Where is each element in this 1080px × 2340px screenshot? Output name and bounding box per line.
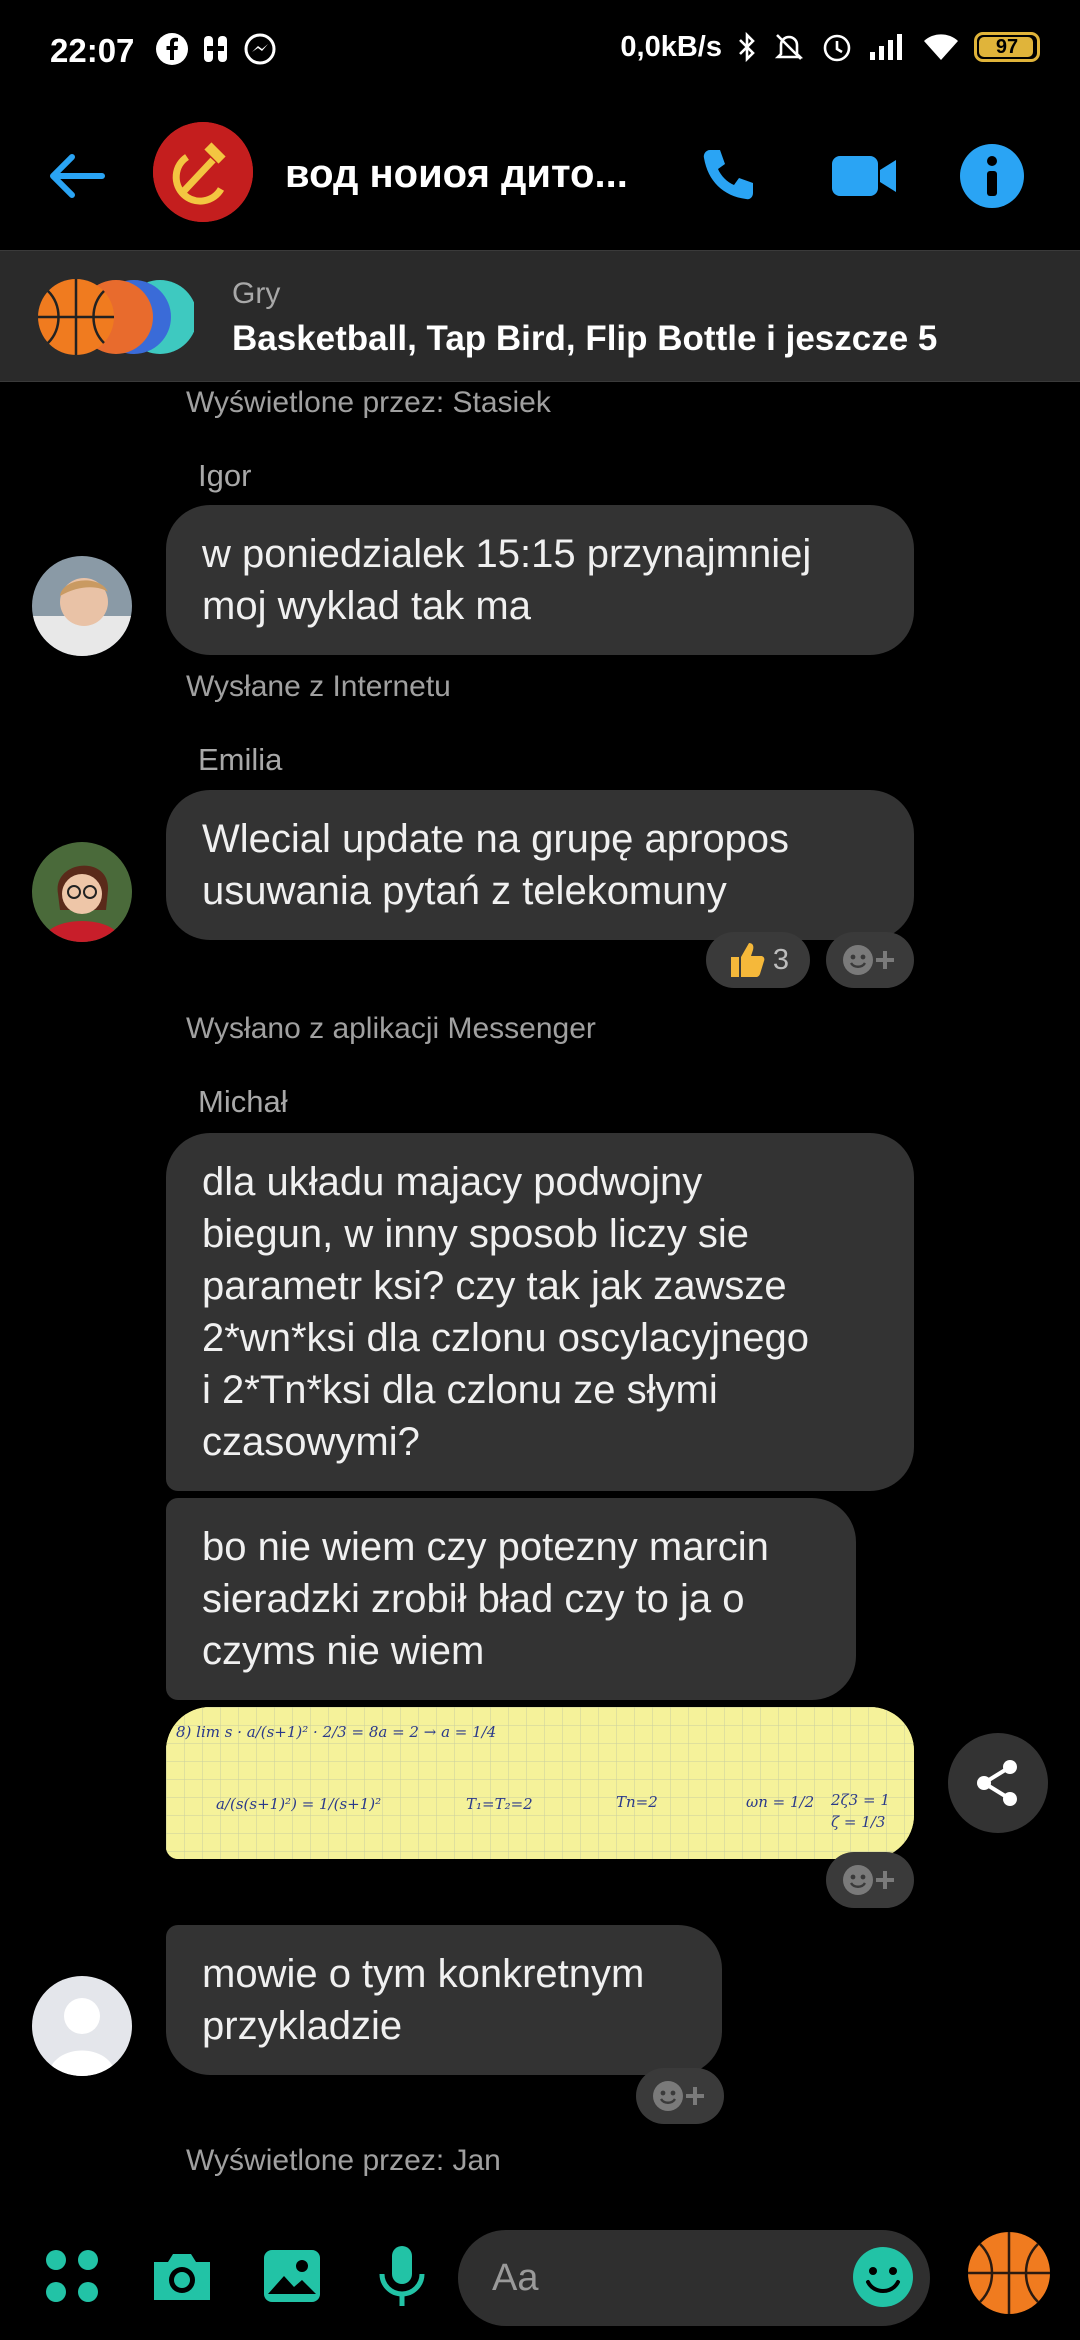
games-icons xyxy=(38,279,194,355)
share-icon xyxy=(977,1760,1017,1806)
emoji-icon[interactable] xyxy=(850,2244,916,2310)
share-button[interactable] xyxy=(948,1733,1048,1833)
add-emoji-icon xyxy=(843,1865,894,1895)
image-attachment[interactable]: 8) lim s · a/(s+1)² · 2/3 = 8a = 2 → a =… xyxy=(166,1707,914,1859)
message-text: w poniedzialek 15:15 przynajmniej xyxy=(202,532,812,576)
message-text: Wlecial update na grupę apropos xyxy=(202,817,790,861)
note-line-2: a/(s(s+1)²) = 1/(s+1)² xyxy=(216,1795,381,1813)
video-call-icon[interactable] xyxy=(828,140,900,212)
microphone-icon[interactable] xyxy=(366,2240,438,2312)
mute-icon xyxy=(774,34,804,60)
reaction-badge[interactable]: 3 xyxy=(706,932,810,988)
battery-level: 97 xyxy=(995,35,1019,58)
sender-emilia: Emilia xyxy=(198,742,283,777)
group-avatar[interactable] xyxy=(153,122,253,222)
note-t1: T₁=T₂=2 xyxy=(466,1795,533,1813)
reaction-count: 3 xyxy=(772,943,790,976)
add-reaction-button[interactable] xyxy=(826,1852,914,1908)
note-z2: ζ = 1/3 xyxy=(831,1813,885,1831)
message-composer xyxy=(0,2210,1080,2340)
message-text: czasowymi? xyxy=(202,1420,420,1464)
status-bar: 22:07 0,0kB/s 97 xyxy=(0,0,1080,100)
add-reaction-button[interactable] xyxy=(636,2068,724,2124)
thumbs-up-icon xyxy=(730,943,765,977)
battery-indicator: 97 xyxy=(974,32,1040,62)
message-text: usuwania pytań z telekomuny xyxy=(202,869,727,913)
gallery-icon[interactable] xyxy=(256,2240,328,2312)
info-icon[interactable] xyxy=(956,140,1028,212)
bluetooth-icon xyxy=(739,31,755,63)
message-bubble[interactable]: w poniedzialek 15:15 przynajmniej moj wy… xyxy=(166,505,914,655)
seen-by-bottom: Wyświetlone przez: Jan xyxy=(186,2144,501,2177)
status-time: 22:07 xyxy=(50,32,135,69)
phone-call-icon[interactable] xyxy=(692,140,764,212)
camera-icon[interactable] xyxy=(146,2240,218,2312)
message-text: mowie o tym konkretnym xyxy=(202,1952,645,1996)
message-text: przykladzie xyxy=(202,2004,403,2048)
chat-title[interactable]: вод ноиоя дито... xyxy=(285,152,628,197)
notebook-photo: 8) lim s · a/(s+1)² · 2/3 = 8a = 2 → a =… xyxy=(166,1707,914,1859)
messenger-icon xyxy=(244,33,276,65)
games-banner[interactable]: Gry Basketball, Tap Bird, Flip Bottle i … xyxy=(0,250,1080,382)
message-bubble[interactable]: dla układu majacy podwojny biegun, w inn… xyxy=(166,1133,914,1491)
message-bubble[interactable]: Wlecial update na grupę apropos usuwania… xyxy=(166,790,914,940)
games-label: Gry xyxy=(232,277,281,310)
note-z: 2ζ3 = 1 xyxy=(830,1791,890,1809)
sent-from-label: Wysłane z Internetu xyxy=(186,670,451,703)
message-text: moj wyklad tak ma xyxy=(202,584,531,628)
add-emoji-icon xyxy=(653,2081,704,2111)
message-text: sieradzki zrobił bład czy to ja o xyxy=(202,1577,745,1621)
signal-icon xyxy=(870,34,902,60)
basketball-icon[interactable] xyxy=(966,2230,1052,2316)
fitness-icon xyxy=(204,36,227,62)
avatar-michal[interactable] xyxy=(32,1976,132,2076)
note-t2: Tn=2 xyxy=(616,1793,658,1811)
games-list: Basketball, Tap Bird, Flip Bottle i jesz… xyxy=(232,319,938,358)
sender-michal: Michał xyxy=(198,1084,288,1119)
back-arrow-icon[interactable] xyxy=(40,140,112,212)
avatar-emilia[interactable] xyxy=(32,842,132,942)
chat-header: вод ноиоя дито... xyxy=(0,100,1080,250)
add-reaction-button[interactable] xyxy=(826,932,914,988)
avatar-igor[interactable] xyxy=(32,556,132,656)
alarm-icon xyxy=(823,34,851,62)
seen-by-top: Wyświetlone przez: Stasiek xyxy=(186,386,551,419)
message-bubble[interactable]: mowie o tym konkretnym przykladzie xyxy=(166,1925,722,2075)
status-right: 0,0kB/s 97 xyxy=(620,30,1040,64)
sender-igor: Igor xyxy=(198,458,252,493)
more-actions-icon[interactable] xyxy=(36,2240,108,2312)
wifi-icon xyxy=(924,34,958,60)
message-bubble[interactable]: bo nie wiem czy potezny marcin sieradzki… xyxy=(166,1498,856,1700)
message-text: czyms nie wiem xyxy=(202,1629,485,1673)
facebook-icon xyxy=(156,33,188,65)
net-speed: 0,0kB/s xyxy=(620,30,722,63)
hammer-sickle-icon xyxy=(153,122,253,222)
default-avatar-icon xyxy=(32,1976,132,2076)
sent-from-label: Wysłano z aplikacji Messenger xyxy=(186,1012,596,1045)
message-text: i 2*Tn*ksi dla czlonu ze słymi xyxy=(202,1368,718,1412)
message-text: bo nie wiem czy potezny marcin xyxy=(202,1525,769,1569)
message-text: 2*wn*ksi dla czlonu oscylacyjnego xyxy=(202,1316,809,1360)
notification-icons xyxy=(155,32,277,66)
note-w: ωn = 1/2 xyxy=(746,1793,814,1811)
message-text: dla układu majacy podwojny xyxy=(202,1160,703,1204)
add-emoji-icon xyxy=(843,945,894,975)
message-text: biegun, w inny sposob liczy sie xyxy=(202,1212,749,1256)
note-line-1: 8) lim s · a/(s+1)² · 2/3 = 8a = 2 → a =… xyxy=(176,1723,496,1741)
message-text: parametr ksi? czy tak jak zawsze xyxy=(202,1264,787,1308)
